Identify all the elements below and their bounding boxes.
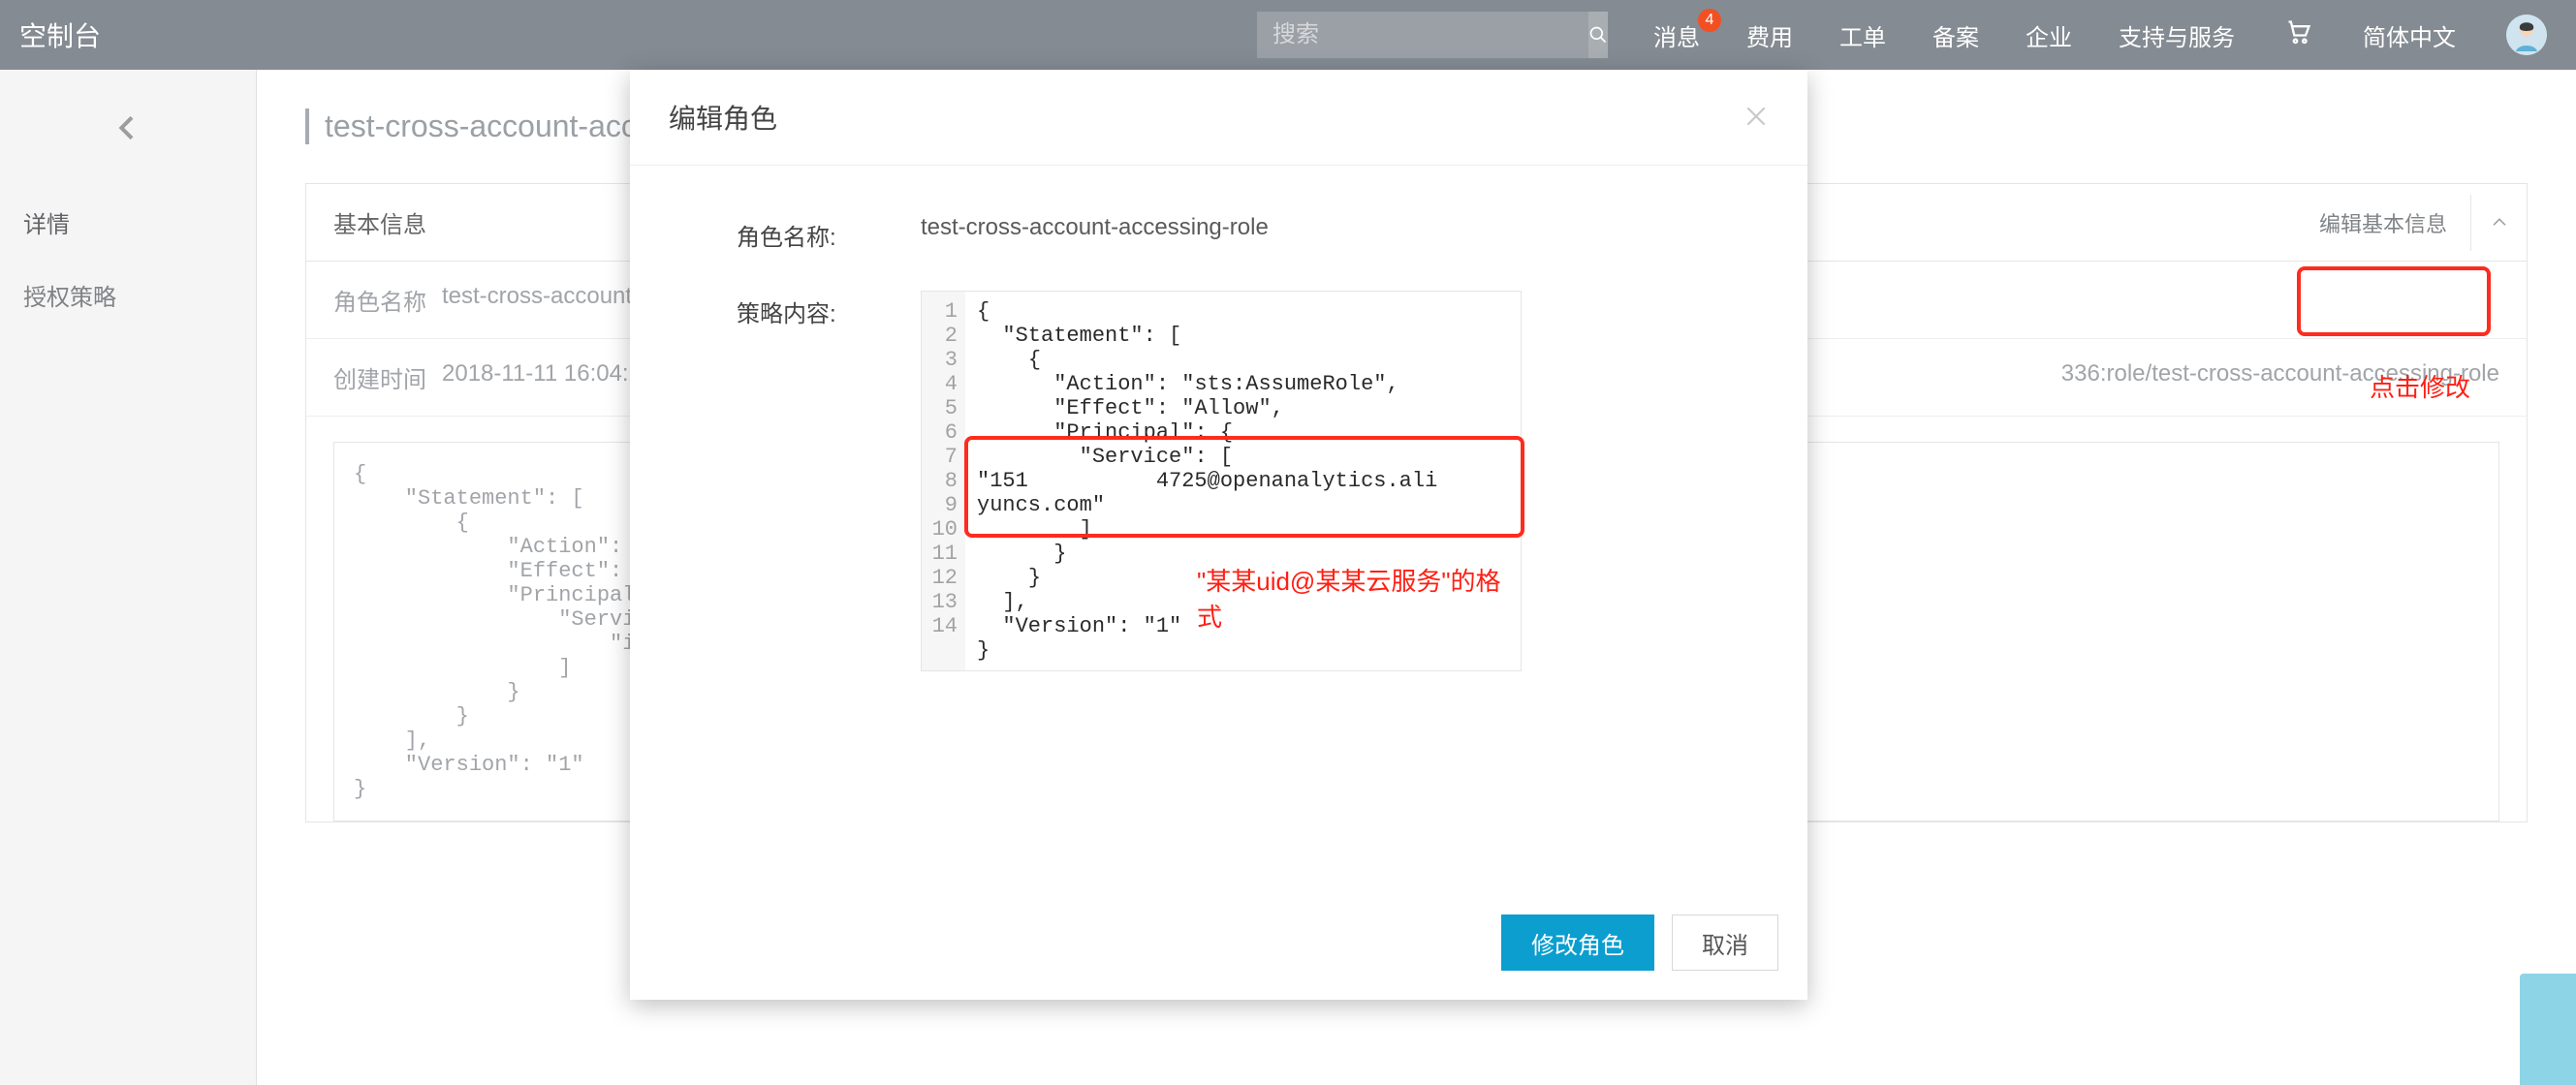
search-button[interactable] [1588,12,1608,58]
editor-gutter: 1 2 3 4 5 6 7 8 9 10 11 12 13 14 [922,292,965,670]
messages-badge: 4 [1698,9,1721,32]
save-button[interactable]: 修改角色 [1501,914,1654,971]
cart-icon[interactable] [2285,18,2312,52]
annotation-click-modify: 点击修改 [2370,368,2470,404]
search-box [1257,12,1591,58]
policy-content-label: 策略内容: [737,291,921,328]
nav-tickets[interactable]: 工单 [1839,18,1886,52]
nav-language[interactable]: 简体中文 [2363,18,2456,52]
avatar[interactable] [2506,15,2547,55]
annotation-uid-format: "某某uid@某某云服务"的格式 [1197,562,1522,634]
console-label: 空制台 [19,16,101,54]
cancel-button[interactable]: 取消 [1672,914,1778,971]
nav-enterprise[interactable]: 企业 [2026,18,2072,52]
top-nav: 空制台 消息 4 费用 工单 备案 企业 支持与服务 简体中文 [0,0,2576,70]
edit-role-modal: 编辑角色 角色名称: test-cross-account-accessing-… [630,70,1807,1000]
help-float[interactable] [2520,974,2576,1085]
nav-filing[interactable]: 备案 [1932,18,1979,52]
modal-title: 编辑角色 [669,98,1744,137]
nav-support[interactable]: 支持与服务 [2119,18,2235,52]
role-name-value: test-cross-account-accessing-role [921,214,1269,252]
search-icon [1588,25,1608,45]
close-button[interactable] [1744,97,1769,138]
modal-overlay: 编辑角色 角色名称: test-cross-account-accessing-… [0,70,2576,1085]
nav-messages[interactable]: 消息 4 [1653,18,1700,52]
close-icon [1744,104,1769,129]
search-input[interactable] [1257,21,1588,48]
role-name-label: 角色名称: [737,214,921,252]
nav-billing[interactable]: 费用 [1746,18,1793,52]
